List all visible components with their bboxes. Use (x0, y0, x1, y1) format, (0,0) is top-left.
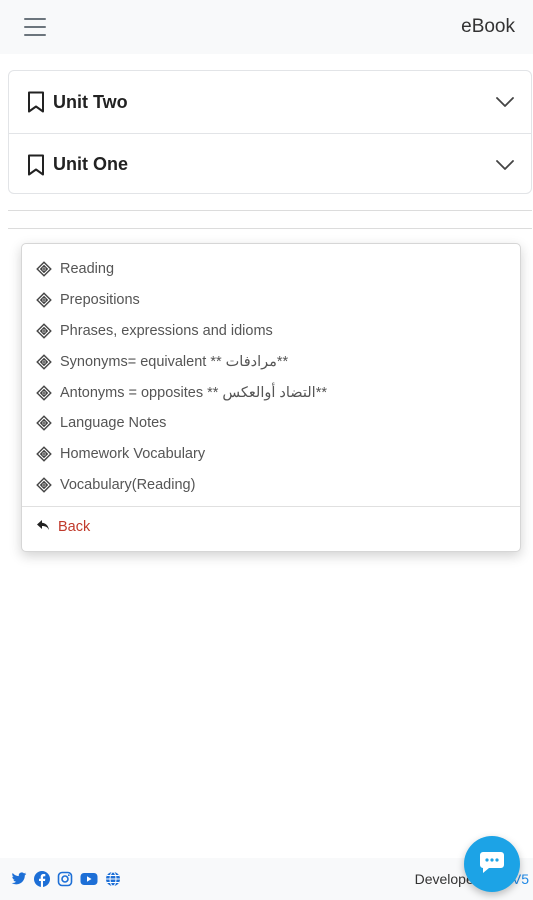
diamond-icon (36, 353, 53, 370)
accordion-title: Unit One (53, 154, 128, 174)
footer: Developed by ..V5 (0, 858, 533, 900)
diamond-icon (36, 384, 53, 401)
reply-arrow-icon (36, 519, 50, 535)
diamond-icon (36, 446, 53, 463)
diamond-icon (36, 322, 53, 339)
globe-icon[interactable] (105, 871, 121, 887)
diamond-icon (36, 415, 53, 432)
accordion-item-unit-one[interactable]: Unit One (9, 133, 531, 195)
back-label: Back (58, 519, 91, 535)
diamond-icon (36, 476, 53, 493)
menu-item-label: Synonyms= equivalent ** مرادفات** (60, 353, 289, 370)
back-button[interactable]: Back (36, 519, 90, 535)
bookmark-icon (27, 91, 45, 113)
twitter-icon[interactable] (11, 872, 27, 886)
menu-item-reading[interactable]: Reading (22, 254, 520, 285)
menu-item-prepositions[interactable]: Prepositions (22, 285, 520, 316)
facebook-icon[interactable] (34, 871, 50, 887)
lesson-dropdown-menu: Reading Prepositions Phrases, expression… (21, 243, 521, 552)
diamond-icon (36, 261, 53, 278)
divider (8, 210, 532, 211)
menu-item-label: Antonyms = opposites ** التضاد أوالعكس** (60, 384, 327, 401)
menu-item-vocabulary-reading[interactable]: Vocabulary(Reading) (22, 470, 520, 501)
chevron-down-icon[interactable] (495, 96, 515, 108)
menu-divider (22, 506, 520, 507)
menu-item-homework-vocabulary[interactable]: Homework Vocabulary (22, 439, 520, 470)
menu-item-label: Prepositions (60, 292, 140, 309)
instagram-icon[interactable] (57, 871, 73, 887)
youtube-icon[interactable] (80, 872, 98, 886)
menu-item-label: Homework Vocabulary (60, 446, 206, 463)
bookmark-icon (27, 154, 45, 176)
chat-bubble-icon (479, 850, 505, 879)
lesson-list: Reading Prepositions Phrases, expression… (22, 244, 520, 500)
menu-item-label: Reading (60, 261, 115, 278)
accordion-item-unit-two[interactable]: Unit Two (9, 71, 531, 133)
menu-item-antonyms[interactable]: Antonyms = opposites ** التضاد أوالعكس** (22, 377, 520, 408)
diamond-icon (36, 292, 53, 309)
hamburger-icon[interactable] (24, 18, 46, 36)
menu-item-label: Phrases, expressions and idioms (60, 322, 273, 339)
brand-title[interactable]: eBook (461, 16, 515, 38)
chat-button[interactable] (464, 836, 520, 892)
accordion-title: Unit Two (53, 91, 128, 112)
social-links (11, 871, 121, 887)
units-accordion: Unit Two Unit One (8, 70, 532, 194)
menu-item-synonyms[interactable]: Synonyms= equivalent ** مرادفات** (22, 346, 520, 377)
menu-item-label: Vocabulary(Reading) (60, 476, 196, 493)
top-navbar: eBook (0, 0, 533, 54)
divider (8, 228, 532, 229)
chevron-down-icon[interactable] (495, 159, 515, 171)
menu-item-label: Language Notes (60, 415, 167, 432)
menu-item-language-notes[interactable]: Language Notes (22, 408, 520, 439)
menu-item-phrases[interactable]: Phrases, expressions and idioms (22, 316, 520, 347)
